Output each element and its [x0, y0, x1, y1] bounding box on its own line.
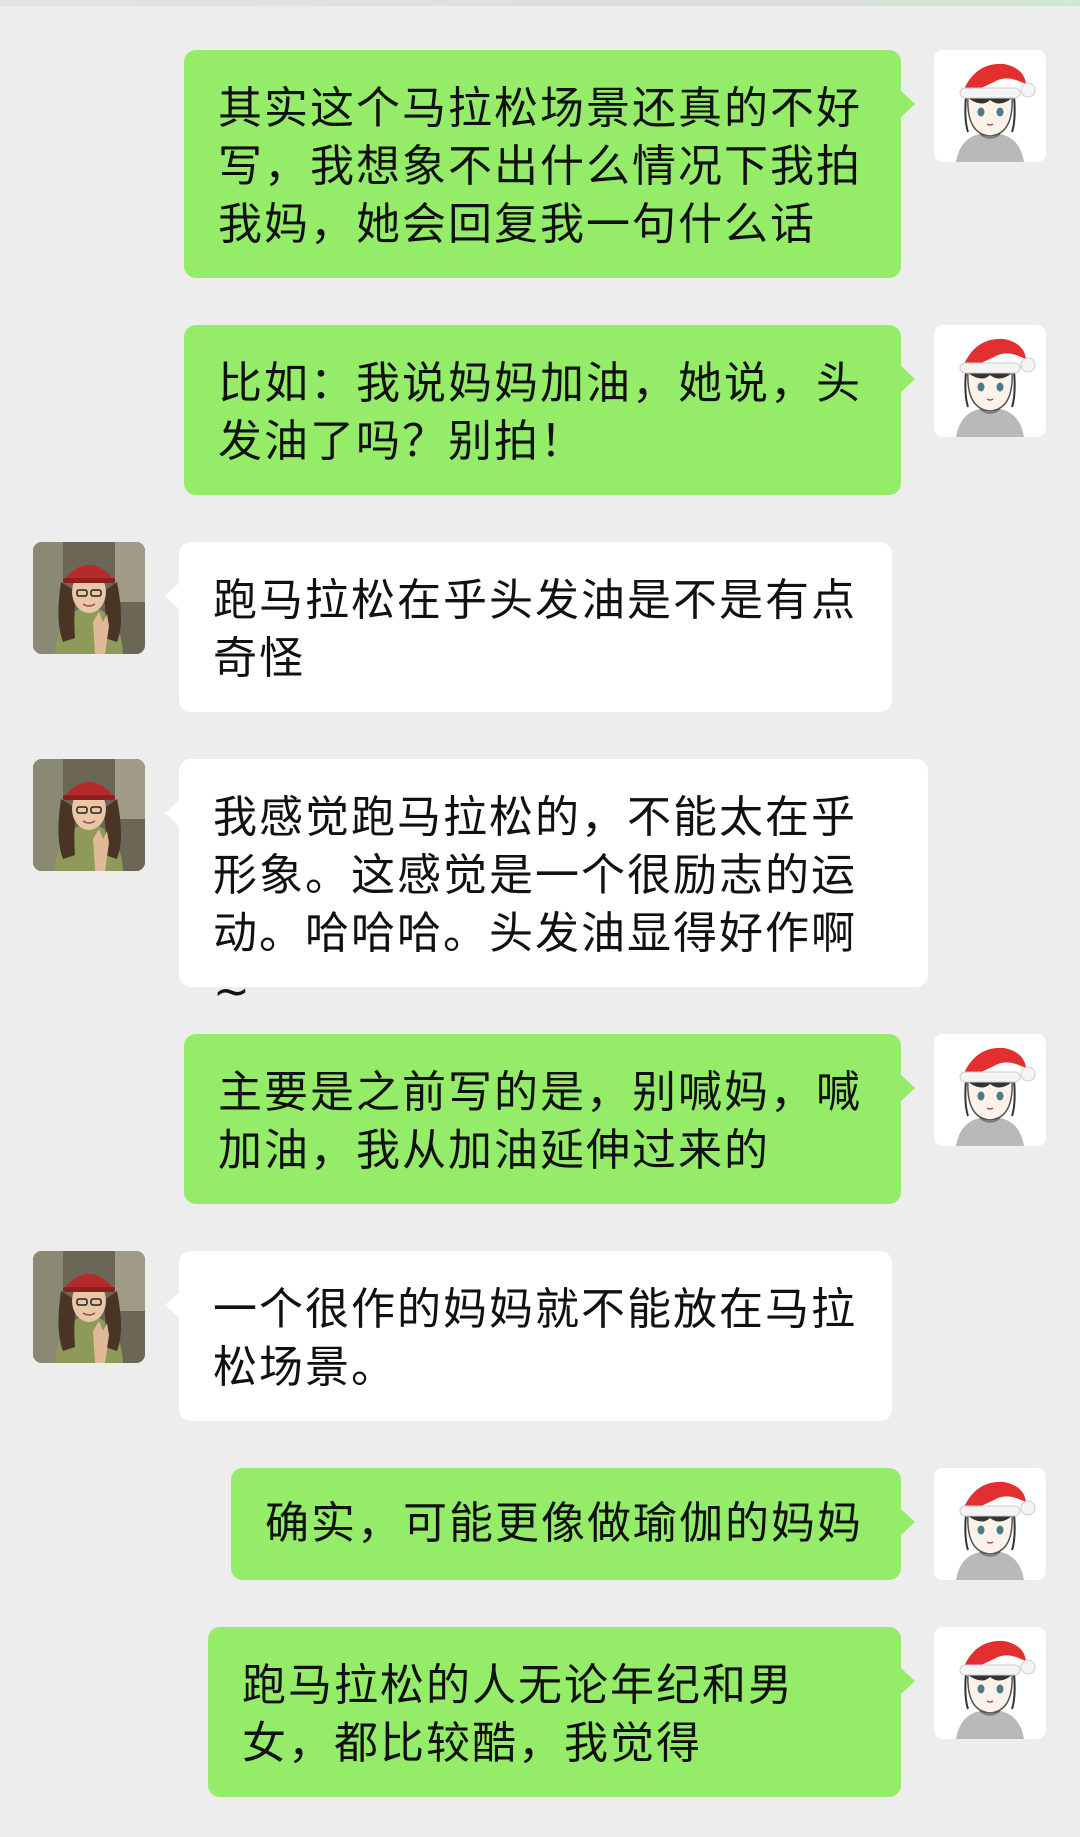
message-bubble-sent[interactable]: 主要是之前写的是，别喊妈，喊加油，我从加油延伸过来的 [184, 1034, 915, 1204]
girl-red-cap-photo-icon [33, 759, 145, 871]
bubble-tail [900, 1074, 915, 1102]
message-text: 跑马拉松在乎头发油是不是有点奇怪 [213, 575, 857, 684]
message-text: 主要是之前写的是，别喊妈，喊加油，我从加油延伸过来的 [218, 1067, 862, 1176]
message-text: 我感觉跑马拉松的，不能太在乎形象。这感觉是一个很励志的运动。哈哈哈。头发油显得好… [213, 792, 857, 1017]
santa-hat-girl-icon [934, 1627, 1046, 1739]
message-bubble-sent[interactable]: 比如：我说妈妈加油，她说，头发油了吗？别拍！ [184, 325, 915, 495]
message-text: 其实这个马拉松场景还真的不好写，我想象不出什么情况下我拍我妈，她会回复我一句什么… [218, 83, 862, 250]
bubble-tail [165, 799, 180, 827]
message-text: 一个很作的妈妈就不能放在马拉松场景。 [213, 1284, 857, 1393]
message-text: 跑马拉松的人无论年纪和男女，都比较酷，我觉得 [242, 1660, 794, 1769]
my-avatar[interactable] [934, 1627, 1046, 1739]
santa-hat-girl-icon [934, 1034, 1046, 1146]
friend-avatar[interactable] [33, 1251, 145, 1363]
santa-hat-girl-icon [934, 50, 1046, 162]
bubble-tail [900, 365, 915, 393]
message-bubble-received[interactable]: 我感觉跑马拉松的，不能太在乎形象。这感觉是一个很励志的运动。哈哈哈。头发油显得好… [165, 759, 928, 1017]
bubble-tail [165, 582, 180, 610]
friend-avatar[interactable] [33, 542, 145, 654]
my-avatar[interactable] [934, 1468, 1046, 1580]
message-bubble-sent[interactable]: 其实这个马拉松场景还真的不好写，我想象不出什么情况下我拍我妈，她会回复我一句什么… [184, 50, 915, 278]
bubble-tail [165, 1291, 180, 1319]
girl-red-cap-photo-icon [33, 1251, 145, 1363]
bubble-tail [900, 90, 915, 118]
message-bubble-sent[interactable]: 确实，可能更像做瑜伽的妈妈 [231, 1468, 915, 1580]
santa-hat-girl-icon [934, 1468, 1046, 1580]
top-divider [0, 0, 1080, 6]
message-bubble-sent[interactable]: 跑马拉松的人无论年纪和男女，都比较酷，我觉得 [208, 1627, 915, 1797]
message-text: 比如：我说妈妈加油，她说，头发油了吗？别拍！ [218, 358, 862, 467]
my-avatar[interactable] [934, 325, 1046, 437]
my-avatar[interactable] [934, 50, 1046, 162]
bubble-tail [900, 1667, 915, 1695]
message-bubble-received[interactable]: 一个很作的妈妈就不能放在马拉松场景。 [165, 1251, 892, 1421]
girl-red-cap-photo-icon [33, 542, 145, 654]
santa-hat-girl-icon [934, 325, 1046, 437]
message-text: 确实，可能更像做瑜伽的妈妈 [265, 1498, 863, 1549]
message-bubble-received[interactable]: 跑马拉松在乎头发油是不是有点奇怪 [165, 542, 892, 712]
bubble-tail [900, 1508, 915, 1536]
friend-avatar[interactable] [33, 759, 145, 871]
my-avatar[interactable] [934, 1034, 1046, 1146]
